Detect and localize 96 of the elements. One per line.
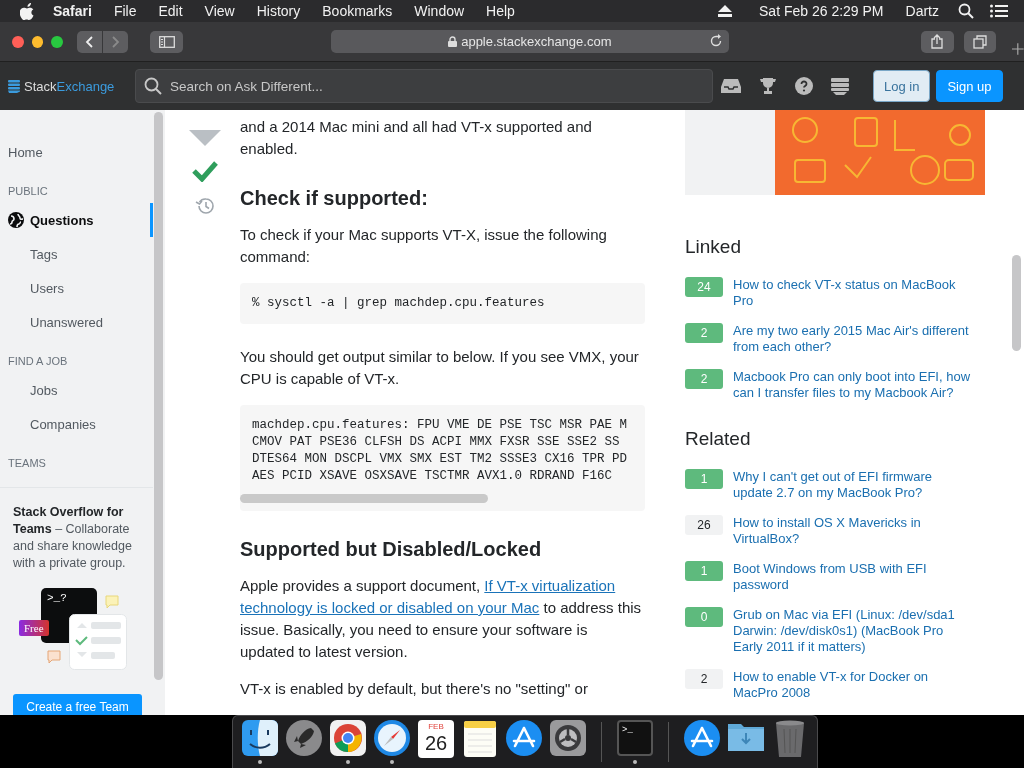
menu-item[interactable]: File (102, 3, 148, 19)
chat-bubble-icon (47, 650, 61, 664)
code-line: DTES64 MON DSCPL VMX SMX EST TM2 SSSE3 CX16 TPR PD (252, 451, 629, 468)
url-text: apple.stackexchange.com (461, 34, 612, 49)
code-line: machdep.cpu.features: FPU VME DE PSE TSC MSR PAE M (252, 417, 629, 434)
section-heading: Linked (685, 235, 742, 259)
paragraph: You should get output similar to below. If you see VMX, your CPU is capable of VT-x. (240, 347, 640, 389)
inbox-icon[interactable] (721, 78, 741, 94)
close-button[interactable] (12, 35, 24, 48)
search-field[interactable]: Search on Ask Different... (135, 69, 713, 103)
app-store-icon[interactable] (506, 720, 542, 756)
paragraph: To check if your Mac supports VT-X, issue the following command: (240, 225, 608, 267)
login-button[interactable]: Log in (873, 70, 931, 102)
menu-item[interactable]: Window (403, 3, 476, 19)
section-heading: FIND A JOB (8, 355, 68, 367)
scrollbar[interactable] (240, 494, 488, 503)
menu-item[interactable]: Help (475, 3, 526, 19)
code-line: AES PCID XSAVE OSXSAVE TSCTMR AVX1.0 RDRAND F16C (252, 468, 614, 485)
back-icon[interactable] (85, 35, 94, 48)
rocket-icon[interactable] (286, 720, 322, 756)
trash-icon[interactable] (774, 720, 806, 758)
score-badge: 2 (685, 669, 723, 689)
score-badge: 2 (685, 323, 723, 343)
scrollbar[interactable] (1012, 255, 1021, 351)
score-badge: 0 (685, 607, 723, 627)
nav-link[interactable]: Jobs (0, 373, 153, 407)
reload-icon[interactable] (708, 34, 723, 48)
nav-link[interactable]: Home (0, 135, 153, 169)
link[interactable]: technology is locked or disabled on your Mac (240, 599, 540, 616)
share-icon[interactable] (931, 34, 944, 49)
question-link[interactable]: How to install OS X Mavericks in VirtualBox? (733, 515, 973, 547)
notes-icon[interactable] (462, 720, 498, 758)
browser-icon[interactable] (330, 720, 366, 756)
terminal-icon[interactable]: >_ (617, 720, 653, 756)
paragraph: and a 2014 Mac mini and all had VT-x supported and enabled. (240, 117, 593, 159)
question-link[interactable]: Boot Windows from USB with EFI password (733, 561, 973, 593)
section-heading: Related (685, 427, 752, 451)
new-tab-icon[interactable] (1012, 42, 1024, 55)
lock-icon (448, 36, 458, 47)
menu-item[interactable]: Safari (42, 3, 103, 19)
section-heading: TEAMS (8, 457, 46, 469)
question-link[interactable]: How to enable VT-x for Docker on MacPro 2008 (733, 669, 973, 701)
menu-item[interactable]: Bookmarks (311, 3, 404, 19)
question-link[interactable]: Macbook Pro can only boot into EFI, how can I transfer files to my Macbook Air? (733, 369, 973, 401)
link[interactable]: If VT-x virtualization (484, 577, 616, 594)
search-icon[interactable] (958, 3, 974, 19)
clock[interactable]: Sat Feb 26 2:29 PM (748, 3, 895, 19)
menu-item[interactable]: History (245, 3, 312, 19)
question-link[interactable]: Why I can't get out of EFI firmware update 2.7 on my MacBook Pro? (733, 469, 973, 501)
score-badge: 24 (685, 277, 723, 297)
menu-icon[interactable] (990, 4, 1008, 18)
globe-icon (8, 212, 24, 228)
user-name[interactable]: Dartz (894, 3, 950, 19)
section-heading: Supported but Disabled/Locked (240, 537, 543, 561)
score-badge: 26 (685, 515, 723, 535)
menu-item[interactable]: View (193, 3, 246, 19)
address-bar[interactable]: apple.stackexchange.com (331, 30, 729, 53)
logo-text[interactable]: StackExchange (24, 78, 115, 94)
minimize-button[interactable] (31, 35, 44, 48)
score-badge: 1 (685, 469, 723, 489)
score-badge: 1 (685, 561, 723, 581)
search-icon (144, 77, 162, 95)
calendar-icon[interactable]: FEB 26 (418, 720, 454, 758)
help-icon[interactable] (795, 77, 813, 95)
nav-link[interactable]: Tags (0, 237, 153, 271)
code-line: CMOV PAT PSE36 CLFSH DS ACPI MMX FXSR SSE SSE2 SS (252, 434, 621, 451)
free-badge: Free (19, 620, 49, 636)
nav-link[interactable]: Users (0, 271, 153, 305)
code-line: % sysctl -a | grep machdep.cpu.features (252, 295, 546, 312)
apple-logo-icon[interactable] (20, 2, 36, 20)
paragraph: Apple provides a support document, If VT-x virtualization technology is locked or disabled on your Mac to address this issue. Basically, you need to ensure your software is updated to latest version. (240, 576, 643, 662)
eject-icon[interactable] (718, 5, 732, 17)
section-heading: PUBLIC (8, 185, 48, 197)
zoom-button[interactable] (51, 35, 63, 48)
score-badge: 2 (685, 369, 723, 389)
nav-link[interactable]: Unanswered (0, 305, 153, 339)
scrollbar[interactable] (154, 112, 163, 680)
site-switcher-icon[interactable] (831, 77, 849, 95)
promo-text: Stack Overflow for Teams – Collaborate and share knowledge with a private group. (13, 504, 133, 572)
nav-link[interactable]: Companies (0, 407, 153, 441)
app-store-icon[interactable] (684, 720, 720, 756)
question-link[interactable]: Grub on Mac via EFI (Linux: /dev/sda1 Darwin: /dev/disk0s1) (MacBook Pro Early 2011 if it matters) (733, 607, 973, 655)
stack-logo-icon[interactable] (8, 79, 20, 93)
paragraph: VT-x is enabled by default, but there's no "setting" or (240, 679, 589, 699)
menu-item[interactable]: Edit (147, 3, 194, 19)
tabs-icon[interactable] (972, 34, 987, 49)
chat-bubble-icon (105, 595, 119, 609)
compass-icon[interactable] (374, 720, 410, 756)
question-link[interactable]: How to check VT-x status on MacBook Pro (733, 277, 973, 309)
gear-icon[interactable] (550, 720, 586, 756)
checklist-drawing (69, 614, 127, 670)
trophy-icon[interactable] (759, 77, 777, 95)
finder-icon[interactable] (242, 720, 278, 756)
sidebar-icon[interactable] (158, 35, 175, 48)
question-link[interactable]: Are my two early 2015 Mac Air's different from each other? (733, 323, 973, 355)
section-heading: Check if supported: (240, 186, 429, 210)
